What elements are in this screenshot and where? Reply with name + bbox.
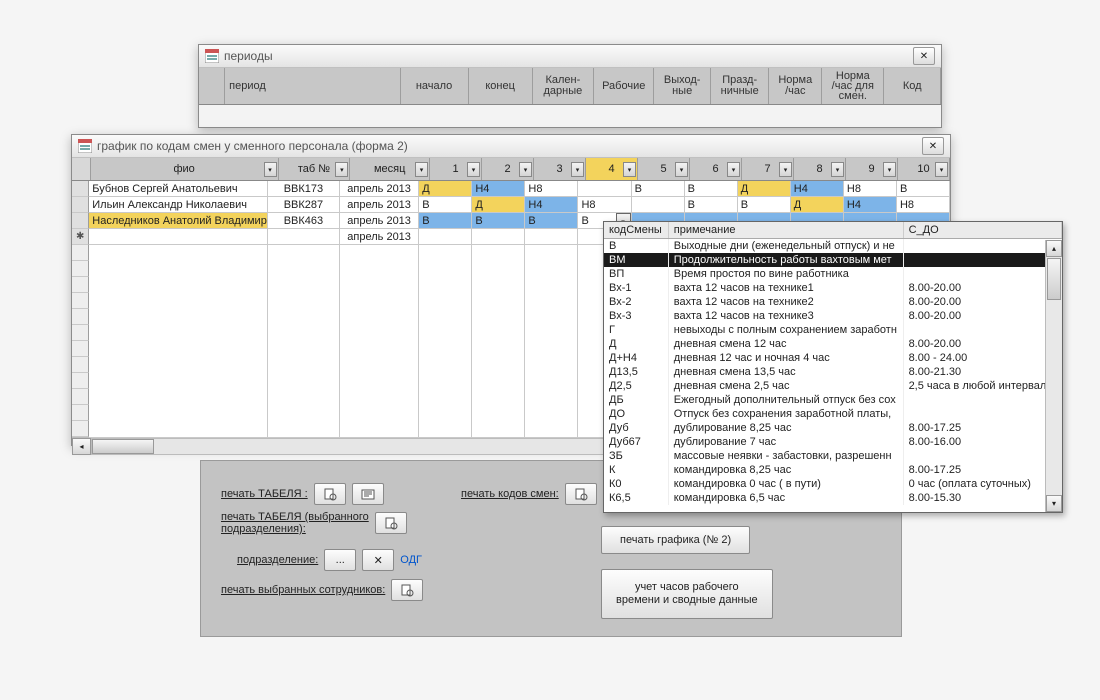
dropdown-row[interactable]: Дубдублирование 8,25 час8.00-17.25 [604, 421, 1062, 435]
print-graph-button[interactable]: печать графика (№ 2) [601, 526, 750, 554]
filter-dropdown-icon[interactable]: ▾ [571, 162, 584, 177]
scroll-left-button[interactable]: ◂ [72, 438, 91, 455]
filter-dropdown-icon[interactable]: ▾ [831, 162, 844, 177]
dropdown-row[interactable]: Д2,5дневная смена 2,5 час2,5 часа в любо… [604, 379, 1062, 393]
podrazd-clear-button[interactable]: ✕ [362, 549, 394, 571]
dropdown-row[interactable]: Вх-1вахта 12 часов на технике18.00-20.00 [604, 281, 1062, 295]
podrazd-pick-button[interactable]: ... [324, 549, 356, 571]
dropdown-row[interactable]: ВПВремя простоя по вине работника [604, 267, 1062, 281]
dd-scroll-thumb[interactable] [1047, 258, 1061, 300]
filter-dropdown-icon[interactable]: ▾ [519, 162, 532, 177]
table-row[interactable]: Бубнов Сергей АнатольевичВВК173апрель 20… [72, 181, 950, 197]
shift-code-dropdown[interactable]: кодСмены примечание С_ДО ВВыходные дни (… [603, 221, 1063, 513]
print-selected-emp-button[interactable] [391, 579, 423, 601]
dropdown-row[interactable]: Дуб67дублирование 7 час8.00-16.00 [604, 435, 1062, 449]
print-selected-emp-label: печать выбранных сотрудников: [221, 584, 385, 596]
print-tabel-preview-button[interactable] [314, 483, 346, 505]
filter-dropdown-icon[interactable]: ▾ [675, 162, 688, 177]
col-end[interactable]: конец [469, 68, 533, 104]
print-codes-button[interactable] [565, 483, 597, 505]
dropdown-row[interactable]: К0командировка 0 час ( в пути)0 час (опл… [604, 477, 1062, 491]
col-day-5[interactable]: 5▾ [638, 158, 690, 180]
dropdown-row[interactable]: Вх-2вахта 12 часов на технике28.00-20.00 [604, 295, 1062, 309]
filter-dropdown-icon[interactable]: ▾ [467, 162, 480, 177]
col-day-7[interactable]: 7▾ [742, 158, 794, 180]
print-tabel-label: печать ТАБЕЛЯ : [221, 488, 308, 500]
col-work[interactable]: Рабочие [594, 68, 654, 104]
dropdown-row[interactable]: ДБЕжегодный дополнительный отпуск без со… [604, 393, 1062, 407]
dropdown-row[interactable]: Д13,5дневная смена 13,5 час8.00-21.30 [604, 365, 1062, 379]
print-tabel-selected-button[interactable] [375, 512, 407, 534]
filter-dropdown-icon[interactable]: ▾ [264, 162, 277, 177]
print-tabel-export-button[interactable] [352, 483, 384, 505]
dd-vertical-scrollbar[interactable]: ▴ ▾ [1045, 240, 1062, 512]
form-icon [205, 49, 219, 63]
dropdown-row[interactable]: Д+Н4дневная 12 час и ночная 4 час8.00 - … [604, 351, 1062, 365]
col-day-4[interactable]: 4▾ [586, 158, 638, 180]
podrazd-value: ОДГ [400, 554, 422, 566]
title-periods: периоды [224, 49, 273, 63]
filter-dropdown-icon[interactable]: ▾ [779, 162, 792, 177]
titlebar-schedule[interactable]: график по кодам смен у сменного персонал… [72, 135, 950, 158]
dropdown-row[interactable]: ДООтпуск без сохранения заработной платы… [604, 407, 1062, 421]
grid-header-periods: период начало конец Кален- дарные Рабочи… [199, 68, 941, 105]
close-periods-button[interactable]: ✕ [913, 47, 935, 65]
filter-dropdown-icon[interactable]: ▾ [883, 162, 896, 177]
print-tabel-selected-label: печать ТАБЕЛЯ (выбранного подразделения)… [221, 511, 369, 535]
col-day-3[interactable]: 3▾ [534, 158, 586, 180]
podrazd-label: подразделение: [237, 554, 318, 566]
filter-dropdown-icon[interactable]: ▾ [335, 162, 348, 177]
dd-col-time[interactable]: С_ДО [903, 222, 1061, 239]
col-day-1[interactable]: 1▾ [430, 158, 482, 180]
col-code[interactable]: Код [884, 68, 941, 104]
dropdown-row[interactable]: Вх-3вахта 12 часов на технике38.00-20.00 [604, 309, 1062, 323]
col-day-10[interactable]: 10▾ [898, 158, 950, 180]
title-schedule: график по кодам смен у сменного персонал… [97, 139, 408, 153]
col-holiday[interactable]: Празд- ничные [711, 68, 769, 104]
dropdown-row[interactable]: ВВыходные дни (еженедельный отпуск) и не [604, 239, 1062, 254]
col-day-9[interactable]: 9▾ [846, 158, 898, 180]
filter-dropdown-icon[interactable]: ▾ [623, 162, 636, 177]
col-norm[interactable]: Норма /час [769, 68, 822, 104]
col-calendar[interactable]: Кален- дарные [533, 68, 594, 104]
dropdown-row[interactable]: Гневыходы с полным сохранением заработн [604, 323, 1062, 337]
filter-dropdown-icon[interactable]: ▾ [935, 162, 948, 177]
dd-scroll-down-button[interactable]: ▾ [1046, 495, 1062, 512]
dropdown-row[interactable]: Ккомандировка 8,25 час8.00-17.25 [604, 463, 1062, 477]
scroll-thumb[interactable] [92, 439, 154, 454]
col-day-8[interactable]: 8▾ [794, 158, 846, 180]
dd-col-code[interactable]: кодСмены [604, 222, 668, 239]
col-day-2[interactable]: 2▾ [482, 158, 534, 180]
col-start[interactable]: начало [401, 68, 469, 104]
dropdown-row[interactable]: ЗБмассовые неявки - забастовки, разрешен… [604, 449, 1062, 463]
hours-report-button[interactable]: учет часов рабочего времени и сводные да… [601, 569, 773, 619]
col-tab[interactable]: таб №▾ [279, 158, 351, 180]
dropdown-row[interactable]: Ддневная смена 12 час8.00-20.00 [604, 337, 1062, 351]
dd-scroll-up-button[interactable]: ▴ [1046, 240, 1062, 257]
window-periods: периоды ✕ период начало конец Кален- дар… [198, 44, 942, 128]
grid-header-schedule: фио▾ таб №▾ месяц▾ 1▾2▾3▾4▾5▾6▾7▾8▾9▾10▾ [72, 158, 950, 181]
close-schedule-button[interactable]: ✕ [922, 137, 944, 155]
form-icon [78, 139, 92, 153]
print-codes-label: печать кодов смен: [461, 488, 559, 500]
table-row[interactable]: Ильин Александр НиколаевичВВК287апрель 2… [72, 197, 950, 213]
titlebar-periods[interactable]: периоды ✕ [199, 45, 941, 68]
col-month[interactable]: месяц▾ [350, 158, 430, 180]
filter-dropdown-icon[interactable]: ▾ [415, 162, 428, 177]
dropdown-row[interactable]: ВМПродолжительность работы вахтовым мет [604, 253, 1062, 267]
col-day-6[interactable]: 6▾ [690, 158, 742, 180]
filter-dropdown-icon[interactable]: ▾ [727, 162, 740, 177]
col-weekend[interactable]: Выход- ные [654, 68, 711, 104]
col-fio[interactable]: фио▾ [91, 158, 279, 180]
col-norm-shift[interactable]: Норма /час для смен. [822, 68, 884, 104]
dropdown-row[interactable]: К6,5командировка 6,5 час8.00-15.30 [604, 491, 1062, 505]
col-period[interactable]: период [225, 68, 400, 104]
dd-col-note[interactable]: примечание [668, 222, 903, 239]
